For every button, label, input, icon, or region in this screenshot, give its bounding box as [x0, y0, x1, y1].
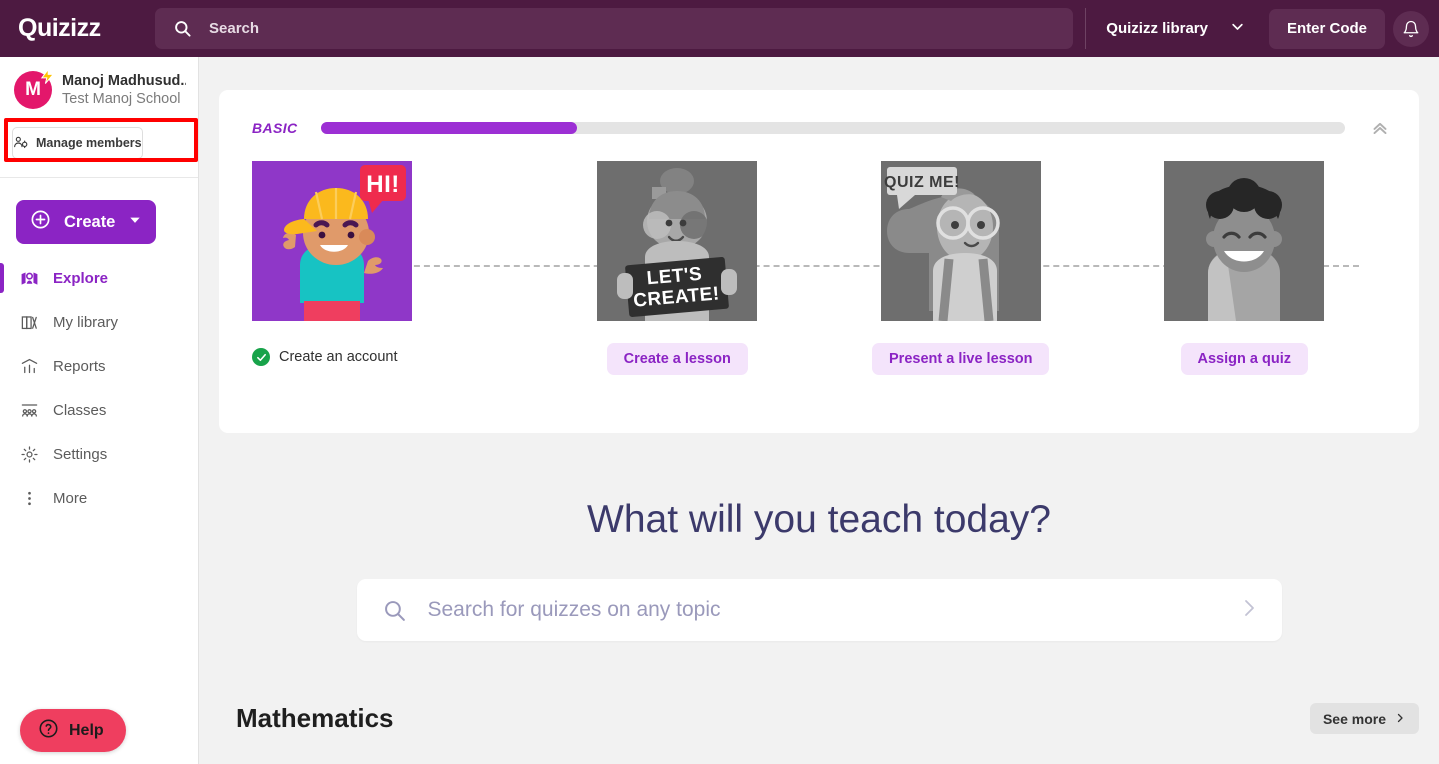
sidebar-item-explore[interactable]: Explore [0, 256, 198, 300]
search-input[interactable] [209, 20, 1056, 37]
help-button[interactable]: Help [20, 709, 126, 752]
see-more-label: See more [1322, 710, 1386, 727]
create-button-label: Create [64, 212, 116, 231]
onboarding-step: QUIZ ME! Present a live lesson [819, 161, 1103, 375]
sidebar-item-label: More [53, 489, 88, 507]
onboarding-step: Assign a quiz [1103, 161, 1387, 375]
sidebar-item-classes[interactable]: Classes [0, 388, 198, 432]
lets-create-character-illustration: LET'S CREATE! [597, 161, 758, 321]
onboarding-progress-fill [320, 122, 577, 134]
search-icon [173, 19, 192, 38]
profile-school: Test Manoj School [62, 91, 181, 107]
sidebar-item-reports[interactable]: Reports [0, 344, 198, 388]
question-circle-icon [38, 718, 59, 744]
chevron-right-icon [1394, 711, 1406, 727]
quiz-me-character-illustration: QUIZ ME! [880, 161, 1041, 321]
sidebar-divider [0, 177, 198, 178]
library-selector[interactable]: Quizizz library [1085, 8, 1261, 49]
help-label: Help [69, 721, 104, 739]
see-more-button[interactable]: See more [1309, 703, 1419, 734]
logo-text: Quizizz [18, 14, 101, 42]
sidebar-item-label: Settings [53, 445, 108, 463]
lightning-bolt-icon [39, 68, 56, 85]
top-header: Quizizz Quizizz library Enter Code [0, 0, 1439, 57]
create-button[interactable]: Create [16, 200, 157, 244]
sidebar-nav: Explore My library Reports Classes Setti… [0, 256, 198, 520]
search-icon [382, 598, 407, 623]
subject-title: Mathematics [236, 703, 394, 733]
classes-people-icon [20, 401, 39, 420]
sidebar: M Manoj Madhusud... Test Manoj School Ma… [0, 57, 199, 764]
notification-bell-icon[interactable] [1393, 10, 1429, 47]
plus-circle-icon [30, 209, 51, 235]
sidebar-item-label: Reports [53, 357, 106, 375]
sidebar-item-more[interactable]: More [0, 476, 198, 520]
more-vertical-icon [20, 489, 39, 508]
hi-bubble-text: HI! [366, 171, 400, 198]
sidebar-item-label: Explore [53, 269, 109, 287]
caret-down-icon [128, 213, 142, 232]
page-title: What will you teach today? [587, 498, 1051, 541]
present-a-live-lesson-button[interactable]: Present a live lesson [872, 343, 1050, 375]
quiz-me-bubble-text: QUIZ ME! [884, 174, 960, 191]
user-profile[interactable]: M Manoj Madhusud... Test Manoj School [0, 57, 198, 119]
sidebar-item-label: Classes [53, 401, 107, 419]
gear-icon [20, 445, 39, 464]
onboarding-progress-bar [320, 122, 1345, 134]
enter-code-button[interactable]: Enter Code [1268, 8, 1385, 49]
avatar: M [14, 68, 55, 109]
manage-members-icon [13, 134, 29, 153]
create-a-lesson-button[interactable]: Create a lesson [606, 343, 748, 375]
sidebar-item-my-library[interactable]: My library [0, 300, 198, 344]
onboarding-header: BASIC [219, 90, 1419, 139]
manage-members-button[interactable]: Manage members [12, 127, 143, 159]
onboarding-steps: HI! Create an account LET'S CREATE! Crea… [219, 139, 1419, 375]
check-circle-icon [252, 348, 270, 366]
step-label-row: Create an account [252, 348, 398, 366]
quizizz-logo[interactable]: Quizizz [0, 14, 155, 43]
chevron-right-icon[interactable] [1237, 596, 1261, 625]
smiling-character-illustration [1164, 161, 1325, 321]
profile-name: Manoj Madhusud... [62, 73, 186, 89]
step-label: Create an account [279, 349, 398, 365]
main-content: BASIC HI! Create an account LET'S CREATE… [199, 57, 1439, 764]
library-selector-label: Quizizz library [1106, 20, 1208, 37]
chevron-down-icon [1230, 19, 1245, 38]
assign-a-quiz-button[interactable]: Assign a quiz [1180, 343, 1308, 375]
explore-map-icon [20, 269, 39, 288]
sidebar-item-label: My library [53, 313, 119, 331]
plan-badge: BASIC [252, 120, 298, 136]
quiz-search-container[interactable] [356, 579, 1282, 641]
subject-section-header: Mathematics See more [236, 703, 1419, 734]
sidebar-item-settings[interactable]: Settings [0, 432, 198, 476]
header-search-container[interactable] [155, 8, 1074, 49]
library-books-icon [20, 313, 39, 332]
reports-chart-icon [20, 357, 39, 376]
onboarding-step: HI! Create an account [252, 161, 536, 375]
onboarding-card: BASIC HI! Create an account LET'S CREATE… [219, 90, 1419, 433]
onboarding-step: LET'S CREATE! Create a lesson [536, 161, 820, 375]
double-chevron-up-icon[interactable] [1369, 117, 1391, 139]
hi-character-illustration: HI! [252, 161, 412, 321]
quiz-search-input[interactable] [427, 598, 1237, 622]
manage-members-label: Manage members [36, 136, 142, 150]
